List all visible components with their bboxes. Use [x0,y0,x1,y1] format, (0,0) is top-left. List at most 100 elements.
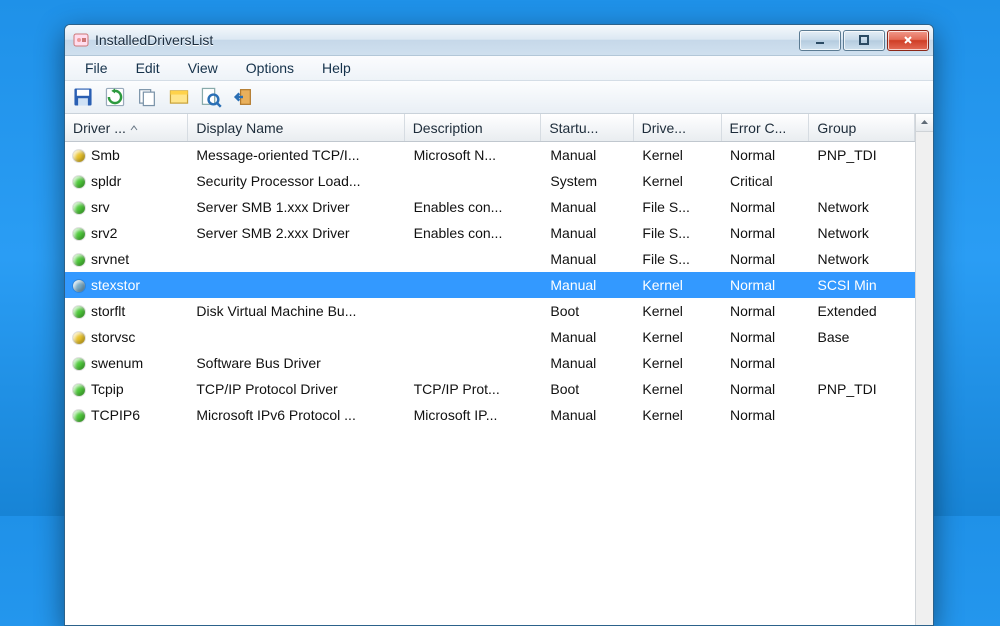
menu-file[interactable]: File [71,56,122,80]
cell-startup-text: Manual [550,329,596,345]
titlebar[interactable]: InstalledDriversList [65,25,933,56]
cell-driver-text: storflt [91,303,125,319]
col-startup[interactable]: Startu... [541,114,633,141]
cell-driver: storflt [65,303,188,319]
find-icon[interactable] [199,85,223,109]
copy-icon[interactable] [135,85,159,109]
cell-error: Critical [722,173,810,189]
cell-driver: storvsc [65,329,188,345]
table-row[interactable]: srvServer SMB 1.xxx DriverEnables con...… [65,194,915,220]
cell-driver: srvnet [65,251,188,267]
col-error[interactable]: Error C... [722,114,810,141]
cell-drive: File S... [634,199,722,215]
cell-drive: Kernel [634,173,722,189]
cell-group: Network [810,225,915,241]
cell-startup: Boot [542,381,634,397]
properties-icon[interactable] [167,85,191,109]
cell-desc: Microsoft N... [406,147,543,163]
cell-group: SCSI Min [810,277,915,293]
table-row[interactable]: storvscManualKernelNormalBase [65,324,915,350]
cell-drive-text: File S... [642,251,689,267]
menubar: File Edit View Options Help [65,56,933,81]
cell-driver-text: srv2 [91,225,117,241]
cell-drive: Kernel [634,277,722,293]
status-dot-icon [73,150,85,162]
cell-driver: stexstor [65,277,188,293]
status-dot-icon [73,410,85,422]
maximize-button[interactable] [843,30,885,51]
menu-options[interactable]: Options [232,56,308,80]
cell-display-text: Security Processor Load... [196,173,360,189]
cell-driver: Tcpip [65,381,188,397]
cell-group: PNP_TDI [810,147,915,163]
menu-view[interactable]: View [174,56,232,80]
table-row[interactable]: TCPIP6Microsoft IPv6 Protocol ...Microso… [65,402,915,428]
table-row[interactable]: srvnetManualFile S...NormalNetwork [65,246,915,272]
cell-driver: srv [65,199,188,215]
close-button[interactable] [887,30,929,51]
cell-display: Server SMB 2.xxx Driver [188,225,405,241]
window-title: InstalledDriversList [95,32,797,48]
exit-icon[interactable] [231,85,255,109]
save-icon[interactable] [71,85,95,109]
cell-startup: Boot [542,303,634,319]
cell-startup-text: Manual [550,407,596,423]
cell-startup: Manual [542,277,634,293]
col-drive[interactable]: Drive... [634,114,722,141]
cell-error: Normal [722,355,810,371]
col-desc[interactable]: Description [405,114,542,141]
cell-desc-text: Enables con... [414,199,503,215]
cell-display-text: Microsoft IPv6 Protocol ... [196,407,356,423]
table-row[interactable]: Smb Message-oriented TCP/I... Microsoft N.… [65,142,915,168]
menu-help[interactable]: Help [308,56,365,80]
cell-driver-text: Smb [91,147,120,163]
toolbar [65,81,933,114]
status-dot-icon [73,332,85,344]
cell-startup-text: Manual [550,199,596,215]
cell-desc: Enables con... [406,199,543,215]
cell-drive-text: File S... [642,225,689,241]
cell-driver-text: TCPIP6 [91,407,140,423]
cell-error: Normal [722,199,810,215]
table-row[interactable]: swenumSoftware Bus DriverManualKernelNor… [65,350,915,376]
cell-driver: swenum [65,355,188,371]
cell-drive: Kernel [634,329,722,345]
cell-error-text: Normal [730,381,775,397]
sort-asc-icon [130,124,138,132]
minimize-button[interactable] [799,30,841,51]
status-dot-icon [73,202,85,214]
table-row[interactable]: srv2 Server SMB 2.xxx Driver Enables con..… [65,220,915,246]
col-error-label: Error C... [730,120,787,136]
scroll-up-icon[interactable] [916,114,933,132]
cell-group-text: Network [818,251,869,267]
col-display[interactable]: Display Name [188,114,404,141]
table-row[interactable]: spldrSecurity Processor Load...SystemKer… [65,168,915,194]
refresh-icon[interactable] [103,85,127,109]
cell-error-text: Normal [730,277,775,293]
window-buttons [797,30,929,51]
cell-desc-text: Enables con... [414,225,503,241]
cell-error-text: Critical [730,173,773,189]
cell-driver: Smb [65,147,188,163]
status-dot-icon [73,280,85,292]
col-group-label: Group [817,120,856,136]
status-dot-icon [73,306,85,318]
cell-display-text: Message-oriented TCP/I... [196,147,359,163]
table-row[interactable]: TcpipTCP/IP Protocol DriverTCP/IP Prot..… [65,376,915,402]
cell-group-text: SCSI Min [818,277,877,293]
cell-group: Extended [810,303,915,319]
col-display-label: Display Name [196,120,283,136]
cell-startup: Manual [542,199,634,215]
driver-list: Driver ... Display Name Description Star… [65,114,915,626]
cell-driver: srv2 [65,225,188,241]
cell-driver-text: storvsc [91,329,135,345]
cell-drive-text: Kernel [642,407,682,423]
col-driver[interactable]: Driver ... [65,114,188,141]
table-row[interactable]: storfltDisk Virtual Machine Bu...BootKer… [65,298,915,324]
menu-edit[interactable]: Edit [122,56,174,80]
col-group[interactable]: Group [809,114,915,141]
app-icon [73,32,89,48]
vertical-scrollbar[interactable] [915,114,933,626]
table-row[interactable]: stexstor Manual Kernel Normal SCSI Min [65,272,915,298]
cell-startup-text: Manual [550,277,596,293]
